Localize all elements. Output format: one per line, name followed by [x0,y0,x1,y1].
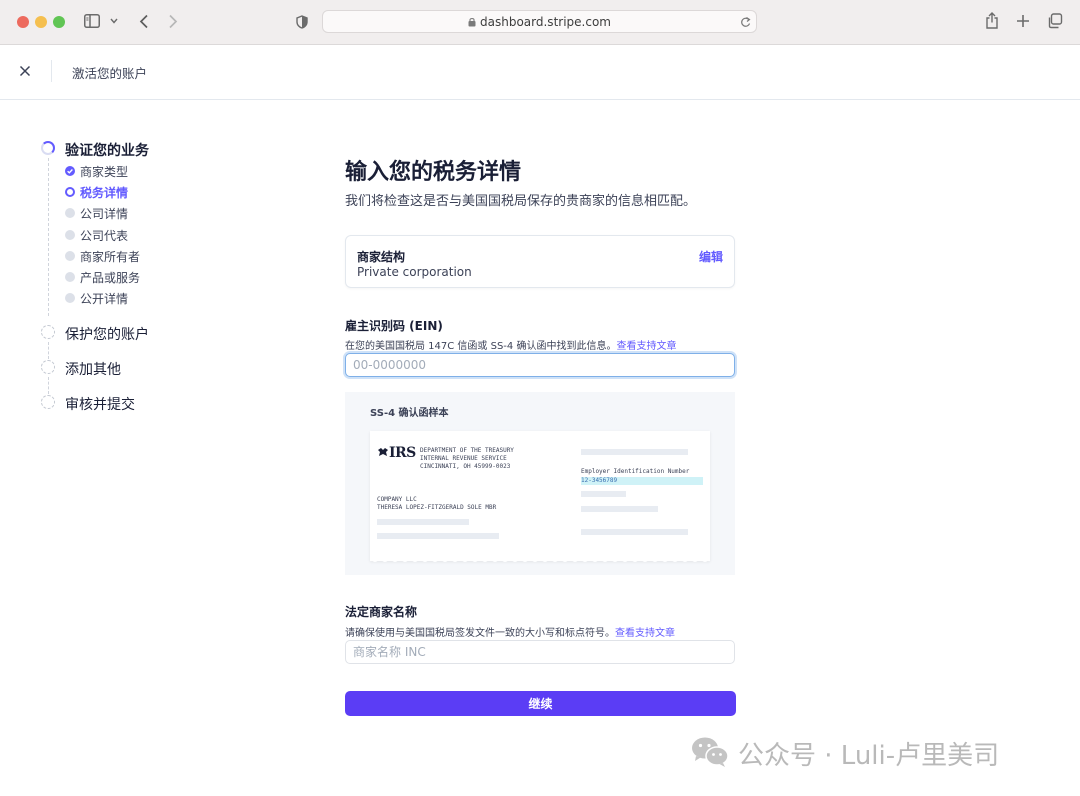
zoom-window-button[interactable] [53,16,65,28]
new-tab-icon[interactable] [1016,14,1030,28]
recipient-line: COMPANY LLC [377,496,417,503]
pending-dot-icon [65,251,75,261]
reload-icon[interactable] [740,16,751,28]
lock-icon [468,18,476,27]
address-url: dashboard.stripe.com [323,15,756,29]
substep-label: 商家类型 [80,165,129,179]
ein-input[interactable] [345,353,735,377]
ss4-sample-title: SS-4 确认函样本 [370,408,449,419]
placeholder-line [581,506,658,512]
step-label: 添加其他 [65,362,121,378]
substep-label: 公司详情 [80,207,129,221]
substep-label: 公开详情 [80,292,129,306]
wechat-logo-icon [692,737,729,767]
header-divider [51,60,52,82]
placeholder-line [581,529,688,535]
legal-name-help-body: 请确保使用与美国国税局签发文件一致的大小写和标点符号。 [345,628,615,639]
pending-dot-icon [65,208,75,218]
address-bar[interactable]: dashboard.stripe.com [322,10,757,33]
agency-line: DEPARTMENT OF THE TREASURY [420,447,514,454]
edit-structure-link[interactable]: 编辑 [699,248,723,265]
step-label: 保护您的账户 [65,327,149,343]
placeholder-line [377,533,499,539]
torn-edge [370,558,710,562]
agency-line: INTERNAL REVENUE SERVICE [420,455,507,462]
placeholder-line [377,519,469,525]
privacy-shield-icon[interactable] [296,15,308,29]
watermark-text: 公众号 · Luli-卢里美司 [738,741,1000,771]
ein-help-body: 在您的美国国税局 147C 信函或 SS-4 确认函中找到此信息。 [345,341,617,352]
business-structure-label: 商家结构 [357,250,406,264]
legal-name-input[interactable] [345,640,735,664]
header-title: 激活您的账户 [72,66,148,81]
page-title: 输入您的税务详情 [345,160,522,185]
step-connector [48,342,49,359]
active-circle-icon [65,187,75,197]
pending-dot-icon [65,272,75,282]
sidebar-toggle-icon[interactable] [84,14,100,28]
check-circle-icon [65,166,75,176]
step-connector [48,377,49,394]
ein-sample-value: 12-3456789 [581,477,703,485]
minimize-window-button[interactable] [35,16,47,28]
legal-name-label: 法定商家名称 [345,605,418,619]
legal-name-support-article-link[interactable]: 查看支持文章 [615,628,675,639]
pending-dot-icon [65,230,75,240]
pending-ring-icon [41,360,55,374]
business-structure-card: 商家结构 Private corporation 编辑 [345,235,735,288]
tab-overview-icon[interactable] [1047,13,1063,29]
url-text: dashboard.stripe.com [480,15,611,29]
irs-logo-text: IRS [389,445,416,461]
placeholder-line [581,449,688,455]
agency-line: CINCINNATI, OH 45999-0023 [420,463,511,470]
step-label: 验证您的业务 [65,143,149,159]
irs-logo: IRS [377,445,416,461]
recipient-line: THERESA LOPEZ-FITZGERALD SOLE MBR [377,504,497,511]
page-subtitle: 我们将检查这是否与美国国税局保存的贵商家的信息相匹配。 [345,194,697,209]
ein-label: 雇主识别码 (EIN) [345,319,443,333]
forward-icon[interactable] [168,14,178,29]
ein-support-article-link[interactable]: 查看支持文章 [616,341,676,352]
continue-button[interactable]: 继续 [345,691,736,716]
substep-label: 公司代表 [80,229,129,243]
substep-label: 税务详情 [80,186,129,200]
placeholder-line [581,491,626,497]
ein-sample-label: Employer Identification Number [581,468,690,475]
substep-label: 商家所有者 [80,250,141,264]
share-icon[interactable] [985,12,999,29]
close-icon[interactable] [17,63,33,79]
eagle-icon [378,448,388,456]
legal-name-help-text: 请确保使用与美国国税局签发文件一致的大小写和标点符号。查看支持文章 [345,624,675,639]
substep-label: 产品或服务 [80,271,141,285]
step-label: 审核并提交 [65,397,135,413]
business-structure-value: Private corporation [357,265,472,279]
chevron-down-icon[interactable] [110,18,118,24]
in-progress-ring-icon [41,141,55,155]
ss4-sample-panel: SS-4 确认函样本 IRS DEPARTMENT OF THE TREASUR… [345,392,735,575]
ein-help-text: 在您的美国国税局 147C 信函或 SS-4 确认函中找到此信息。查看支持文章 [345,337,676,352]
page-header: 激活您的账户 [0,45,1080,100]
pending-ring-icon [41,325,55,339]
pending-dot-icon [65,293,75,303]
step-connector [48,158,49,316]
back-icon[interactable] [139,14,149,29]
pending-ring-icon [41,395,55,409]
browser-toolbar: dashboard.stripe.com [0,0,1080,45]
close-window-button[interactable] [17,16,29,28]
ss4-sample-letter: IRS DEPARTMENT OF THE TREASURY INTERNAL … [370,431,710,562]
